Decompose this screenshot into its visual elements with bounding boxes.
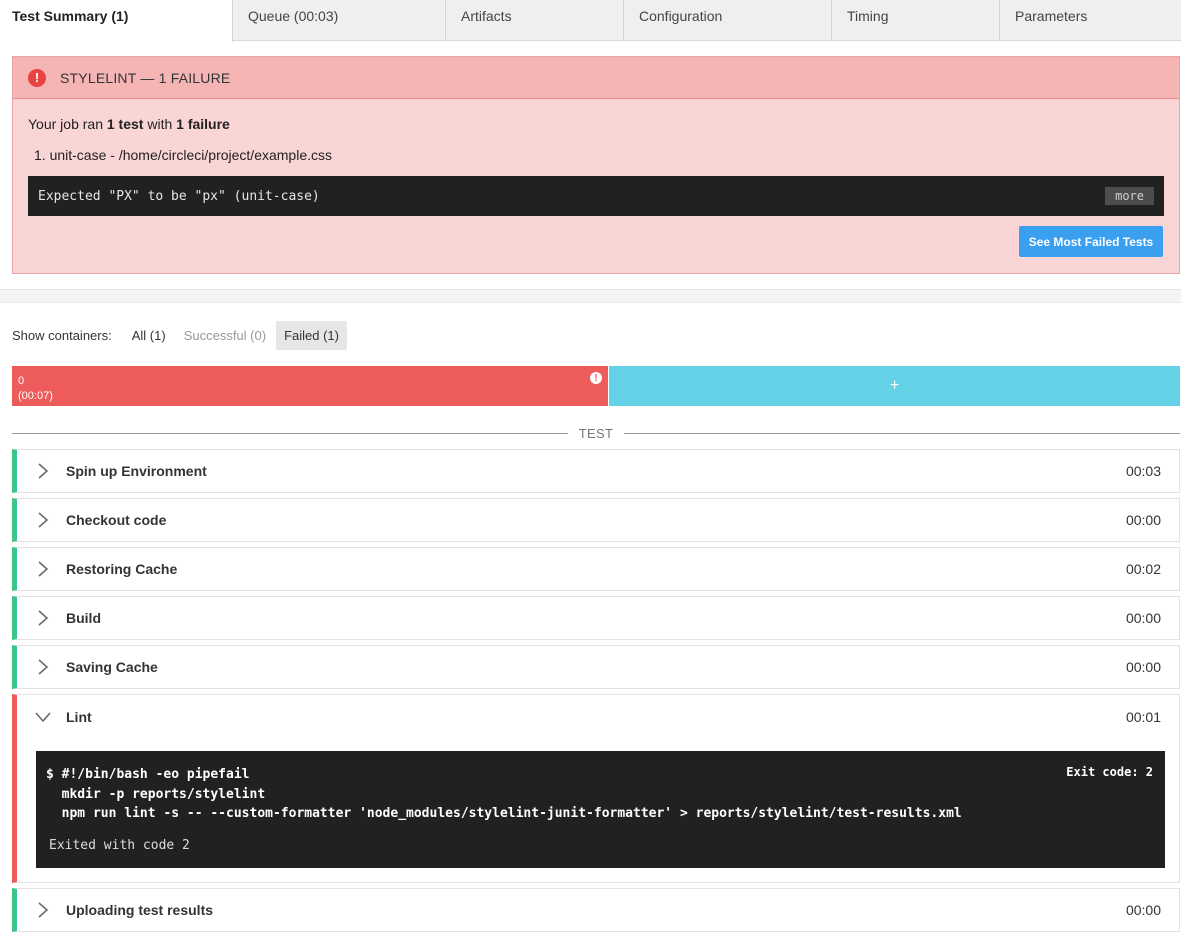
step-time: 00:00: [1125, 659, 1161, 675]
divider-line-left: [12, 432, 568, 434]
step-lint-header[interactable]: Lint 00:01: [17, 695, 1179, 739]
chevron-right-icon: [35, 610, 51, 626]
command-line: $ #!/bin/bash -eo pipefail: [46, 767, 250, 782]
step-name: Saving Cache: [66, 659, 158, 675]
tab-queue[interactable]: Queue (00:03): [233, 0, 446, 41]
divider-line-right: [624, 432, 1180, 434]
section-divider: TEST: [12, 424, 1180, 442]
step-output-terminal: $ #!/bin/bash -eo pipefail mkdir -p repo…: [36, 751, 1165, 868]
container-index: 0: [18, 375, 25, 387]
step-name: Checkout code: [66, 512, 167, 528]
command-line: mkdir -p reports/stylelint: [46, 786, 266, 802]
step-name: Lint: [66, 709, 92, 725]
step-uploading-test-results[interactable]: Uploading test results 00:00: [12, 888, 1180, 932]
step-name: Spin up Environment: [66, 463, 207, 479]
more-button[interactable]: more: [1105, 187, 1154, 205]
filter-all-button[interactable]: All (1): [124, 321, 174, 350]
chevron-right-icon: [35, 902, 51, 918]
step-restoring-cache[interactable]: Restoring Cache 00:02: [12, 547, 1180, 591]
failure-body: Your job ran 1 test with 1 failure 1. un…: [13, 99, 1179, 216]
step-time: 00:01: [1125, 709, 1161, 725]
step-build[interactable]: Build 00:00: [12, 596, 1180, 640]
step-time: 00:03: [1125, 463, 1161, 479]
chevron-right-icon: [35, 512, 51, 528]
step-spin-up-environment[interactable]: Spin up Environment 00:03: [12, 449, 1180, 493]
step-saving-cache[interactable]: Saving Cache 00:00: [12, 645, 1180, 689]
failure-panel: ! STYLELINT — 1 FAILURE Your job ran 1 t…: [12, 56, 1180, 274]
job-summary-failures: 1 failure: [176, 116, 230, 132]
filter-successful-button[interactable]: Successful (0): [176, 321, 274, 350]
job-summary-tests: 1 test: [106, 116, 144, 132]
job-summary: Your job ran 1 test with 1 failure: [28, 116, 1164, 132]
container-0[interactable]: 0 (00:07) !: [12, 366, 608, 406]
tab-test-summary[interactable]: Test Summary (1): [0, 0, 233, 42]
see-most-failed-tests-button[interactable]: See Most Failed Tests: [1019, 226, 1163, 257]
error-icon: !: [28, 68, 46, 87]
failure-message: Expected "PX" to be "px" (unit-case): [38, 188, 320, 204]
failure-title: STYLELINT — 1 FAILURE: [60, 69, 231, 86]
chevron-down-icon: [35, 709, 51, 725]
tab-parameters[interactable]: Parameters: [1000, 0, 1181, 41]
step-time: 00:00: [1125, 512, 1161, 528]
chevron-right-icon: [35, 561, 51, 577]
exit-message: Exited with code 2: [49, 837, 190, 853]
step-time: 00:00: [1125, 902, 1161, 918]
section-separator: [0, 289, 1181, 303]
job-summary-prefix: Your job ran: [28, 116, 107, 132]
command-line: npm run lint -s -- --custom-formatter 'n…: [46, 806, 962, 821]
container-filter: Show containers: All (1) Successful (0) …: [12, 320, 349, 351]
step-name: Restoring Cache: [66, 561, 178, 577]
failed-test-item[interactable]: 1. unit-case - /home/circleci/project/ex…: [28, 147, 1164, 163]
step-name: Build: [66, 610, 101, 626]
container-time: (00:07): [18, 390, 53, 402]
job-summary-middle: with: [143, 116, 177, 132]
failure-message-box: Expected "PX" to be "px" (unit-case) mor…: [28, 176, 1164, 216]
tab-timing[interactable]: Timing: [832, 0, 1000, 41]
exit-code: Exit code: 2: [1066, 765, 1153, 779]
step-name: Uploading test results: [66, 902, 214, 918]
failure-header: ! STYLELINT — 1 FAILURE: [13, 57, 1179, 99]
tab-configuration[interactable]: Configuration: [624, 0, 832, 41]
warning-icon: !: [590, 372, 602, 384]
tab-artifacts[interactable]: Artifacts: [446, 0, 624, 41]
step-lint: Lint 00:01 $ #!/bin/bash -eo pipefail mk…: [12, 694, 1180, 883]
add-container-button[interactable]: +: [609, 366, 1180, 406]
container-bar: 0 (00:07) ! +: [12, 366, 1180, 406]
container-filter-label: Show containers:: [12, 328, 112, 343]
step-checkout-code[interactable]: Checkout code 00:00: [12, 498, 1180, 542]
step-time: 00:02: [1125, 561, 1161, 577]
section-label: TEST: [578, 425, 614, 441]
step-time: 00:00: [1125, 610, 1161, 626]
chevron-right-icon: [35, 463, 51, 479]
tab-bar: Test Summary (1) Queue (00:03) Artifacts…: [0, 0, 1181, 42]
chevron-right-icon: [35, 659, 51, 675]
filter-failed-button[interactable]: Failed (1): [276, 321, 347, 350]
